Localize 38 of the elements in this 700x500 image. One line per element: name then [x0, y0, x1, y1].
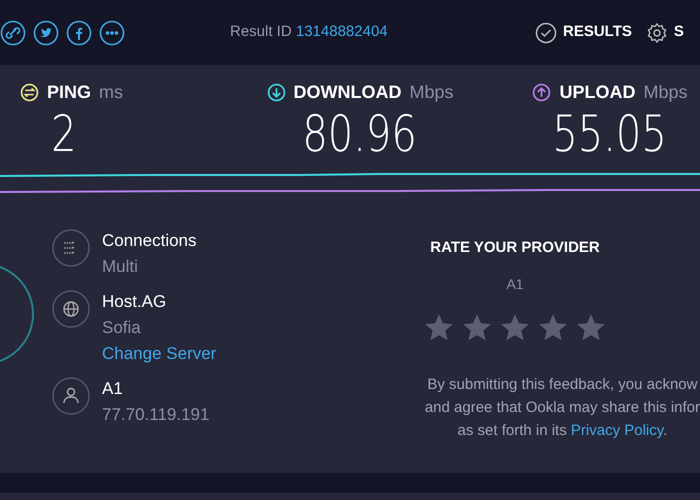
metric-label: DOWNLOAD [294, 81, 402, 104]
unit-label: ms [99, 81, 124, 104]
detail-title: A1 [102, 378, 124, 400]
unit-label: Mbps [643, 81, 688, 104]
facebook-icon[interactable] [66, 20, 92, 46]
detail-title: Connections [102, 230, 197, 252]
feedback-notice: By submitting this feedback, you acknow and agree that Ookla may share this infor as set forth in its Privacy Policy. [424, 374, 700, 441]
globe-icon [52, 290, 90, 328]
rating-heading: RATE YOUR PROVIDER [430, 238, 600, 258]
check-circle-icon[interactable] [535, 22, 557, 44]
more-icon[interactable] [99, 20, 125, 46]
detail-subtitle: 77.70.119.191 [102, 404, 210, 426]
bird-icon[interactable] [33, 20, 59, 46]
settings-tab[interactable]: S [674, 21, 684, 44]
metric-value: 55.05 [552, 106, 668, 164]
metric-label: UPLOAD [559, 81, 636, 104]
metric-label: PING [47, 81, 92, 104]
star-icon[interactable] [462, 312, 492, 342]
link-icon[interactable] [0, 20, 26, 46]
unit-label: Mbps [409, 81, 454, 104]
provider-name: A1 [506, 274, 524, 294]
person-icon [52, 376, 90, 415]
metric-value: 2 [51, 106, 77, 164]
settings-icon[interactable] [646, 22, 668, 44]
detail-title: Host.AG [102, 290, 168, 313]
detail-subtitle: Sofia [102, 316, 142, 339]
connections-icon [52, 229, 90, 267]
privacy-policy-link[interactable]: Privacy Policy [570, 422, 664, 439]
result-id-link[interactable]: 13148882404 [296, 23, 388, 40]
detail-subtitle: Multi [102, 256, 139, 278]
result-id-label: Result ID [230, 23, 292, 40]
metric-value: 80.96 [302, 106, 418, 164]
star-icon[interactable] [538, 312, 568, 342]
results-tab[interactable]: RESULTS [563, 21, 632, 44]
star-icon[interactable] [424, 312, 454, 342]
star-icon[interactable] [500, 312, 530, 342]
star-icon[interactable] [576, 312, 606, 342]
change-server-link[interactable]: Change Server [102, 344, 216, 363]
